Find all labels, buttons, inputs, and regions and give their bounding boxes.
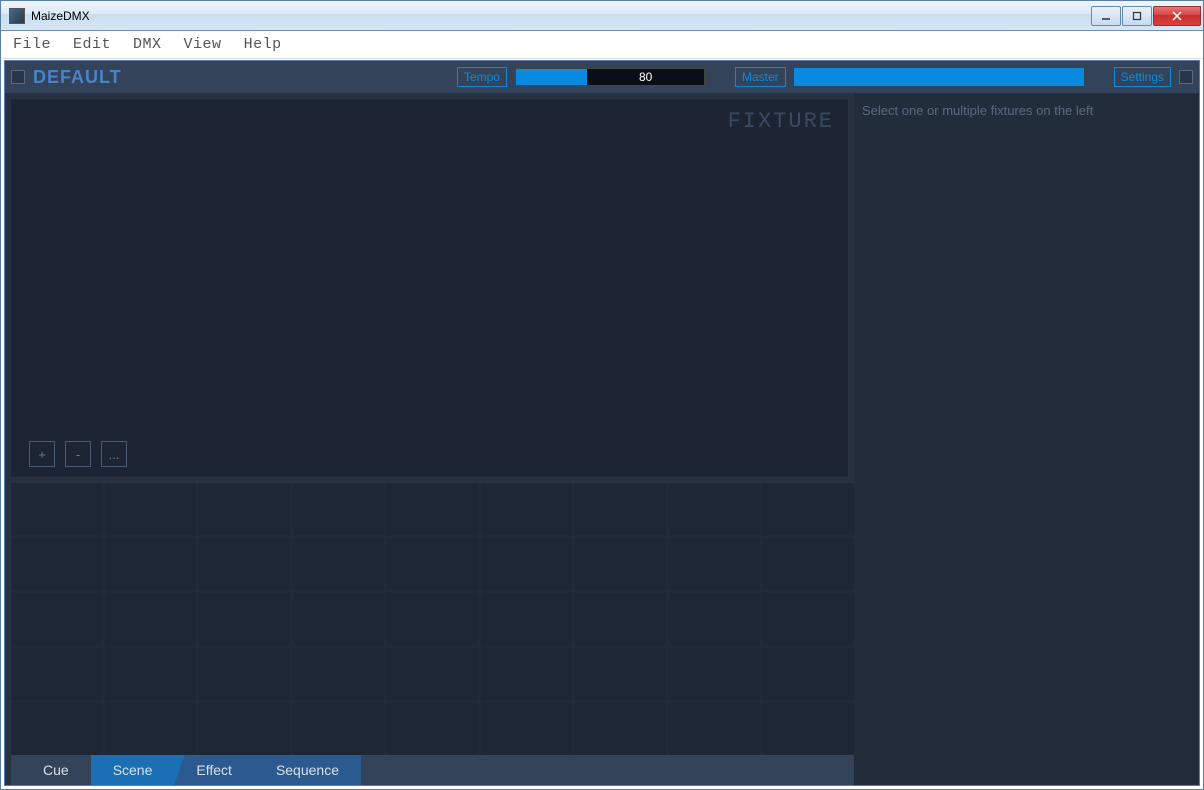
master-button[interactable]: Master (735, 67, 786, 87)
grid-cell[interactable] (575, 538, 666, 590)
grid-cell[interactable] (293, 593, 384, 645)
tempo-button[interactable]: Tempo (457, 67, 507, 87)
grid-cell[interactable] (669, 593, 760, 645)
grid-cell[interactable] (669, 648, 760, 700)
grid-cell[interactable] (387, 593, 478, 645)
maximize-icon (1132, 11, 1142, 21)
tab-scene[interactable]: Scene (91, 755, 175, 785)
grid-cell[interactable] (763, 538, 854, 590)
grid-cell[interactable] (293, 483, 384, 535)
grid-cell[interactable] (763, 593, 854, 645)
scene-name: DEFAULT (33, 67, 122, 88)
app-window: MaizeDMX File Edit DMX View Help DEFAULT… (0, 0, 1204, 790)
grid-cell[interactable] (105, 593, 196, 645)
grid-cell[interactable] (481, 703, 572, 755)
close-icon (1172, 11, 1182, 21)
window-title: MaizeDMX (31, 9, 1091, 23)
grid-cell[interactable] (11, 483, 102, 535)
grid-cell[interactable] (199, 703, 290, 755)
grid-cell[interactable] (293, 703, 384, 755)
window-controls (1091, 6, 1201, 26)
tab-sequence[interactable]: Sequence (254, 755, 361, 785)
more-fixture-button[interactable]: ... (101, 441, 127, 467)
grid-cell[interactable] (481, 593, 572, 645)
grid-cell[interactable] (105, 483, 196, 535)
grid-cell[interactable] (199, 538, 290, 590)
grid-cell[interactable] (669, 483, 760, 535)
top-toolbar: DEFAULT Tempo 80 Master Settings (5, 61, 1199, 93)
fixture-canvas[interactable]: FIXTURE + - ... (11, 99, 848, 477)
titlebar[interactable]: MaizeDMX (1, 1, 1203, 31)
menu-dmx[interactable]: DMX (133, 36, 162, 53)
grid-cell[interactable] (105, 538, 196, 590)
grid-cell[interactable] (575, 703, 666, 755)
grid-cell[interactable] (199, 593, 290, 645)
app-icon (9, 8, 25, 24)
scene-checkbox[interactable] (11, 70, 25, 84)
left-panel: FIXTURE + - ... Cue Scene Effect Sequenc… (5, 93, 854, 785)
grid-cell[interactable] (387, 648, 478, 700)
add-fixture-button[interactable]: + (29, 441, 55, 467)
tempo-slider[interactable]: 80 (515, 68, 705, 86)
grid-cell[interactable] (763, 648, 854, 700)
minimize-button[interactable] (1091, 6, 1121, 26)
grid-cell[interactable] (387, 703, 478, 755)
grid-cell[interactable] (11, 593, 102, 645)
grid-cell[interactable] (575, 593, 666, 645)
grid-cell[interactable] (105, 648, 196, 700)
tab-effect[interactable]: Effect (174, 755, 254, 785)
menu-edit[interactable]: Edit (73, 36, 111, 53)
grid-cell[interactable] (293, 648, 384, 700)
tempo-value: 80 (587, 69, 704, 85)
menubar: File Edit DMX View Help (1, 31, 1203, 59)
grid-cell[interactable] (575, 483, 666, 535)
main-area: FIXTURE + - ... Cue Scene Effect Sequenc… (5, 93, 1199, 785)
grid-cell[interactable] (199, 648, 290, 700)
tempo-fill (516, 69, 587, 85)
tab-cue[interactable]: Cue (21, 755, 91, 785)
settings-button[interactable]: Settings (1114, 67, 1171, 87)
grid-cell[interactable] (293, 538, 384, 590)
canvas-toolbar: + - ... (29, 441, 127, 467)
grid-cell[interactable] (763, 483, 854, 535)
menu-view[interactable]: View (184, 36, 222, 53)
grid-cell[interactable] (387, 483, 478, 535)
remove-fixture-button[interactable]: - (65, 441, 91, 467)
grid-cell[interactable] (11, 648, 102, 700)
settings-checkbox[interactable] (1179, 70, 1193, 84)
master-fill (795, 69, 1083, 85)
menu-help[interactable]: Help (244, 36, 282, 53)
menu-file[interactable]: File (13, 36, 51, 53)
right-panel: Select one or multiple fixtures on the l… (854, 93, 1199, 785)
grid-cell[interactable] (669, 538, 760, 590)
grid-cell[interactable] (763, 703, 854, 755)
grid-cell[interactable] (11, 538, 102, 590)
close-button[interactable] (1153, 6, 1201, 26)
bottom-tabs: Cue Scene Effect Sequence (11, 755, 854, 785)
minimize-icon (1101, 11, 1111, 21)
grid-cell[interactable] (481, 648, 572, 700)
cue-grid (11, 483, 854, 755)
right-panel-hint: Select one or multiple fixtures on the l… (862, 103, 1191, 118)
grid-cell[interactable] (11, 703, 102, 755)
grid-cell[interactable] (387, 538, 478, 590)
grid-cell[interactable] (199, 483, 290, 535)
app-body: DEFAULT Tempo 80 Master Settings FIXTURE (4, 60, 1200, 786)
maximize-button[interactable] (1122, 6, 1152, 26)
grid-cell[interactable] (575, 648, 666, 700)
master-slider[interactable] (794, 68, 1084, 86)
grid-cell[interactable] (481, 538, 572, 590)
grid-cell[interactable] (105, 703, 196, 755)
grid-cell[interactable] (669, 703, 760, 755)
grid-cell[interactable] (481, 483, 572, 535)
fixture-watermark: FIXTURE (728, 109, 834, 134)
